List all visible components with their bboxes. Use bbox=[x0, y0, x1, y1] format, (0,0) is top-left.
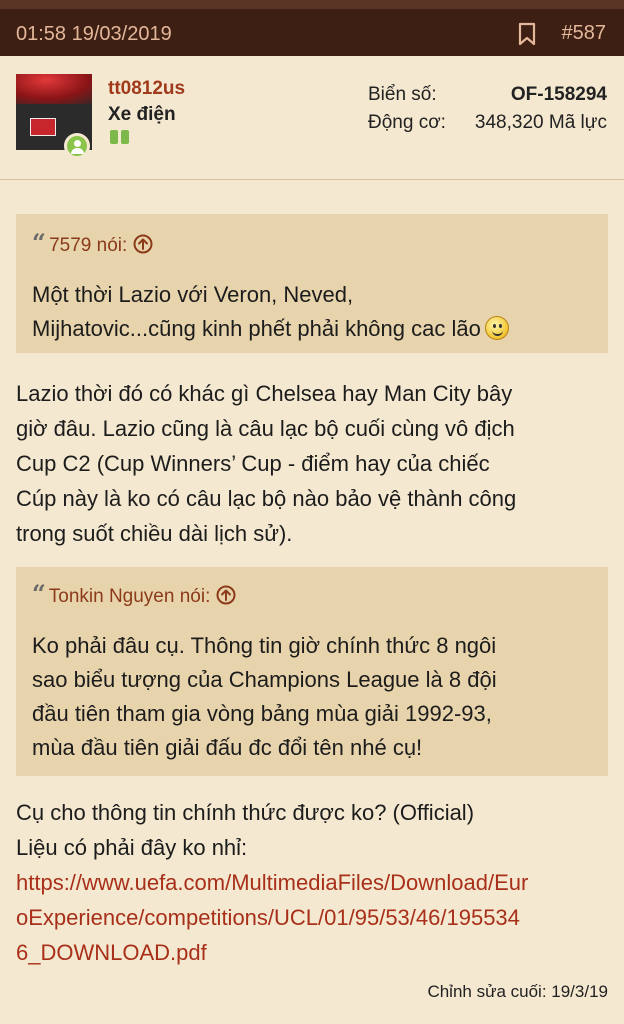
quote-line: đầu tiên tham gia vòng bảng mùa giải 199… bbox=[32, 701, 492, 726]
user-title: Xe điện bbox=[108, 104, 176, 125]
user-info: tt0812us Xe điện Biển số: OF-158294 Động… bbox=[0, 56, 624, 180]
quote-content: Ko phải đâu cụ. Thông tin giờ chính thức… bbox=[32, 629, 497, 765]
text-line: Cụ cho thông tin chính thức được ko? (Of… bbox=[16, 800, 475, 825]
rank-badge bbox=[121, 130, 129, 144]
last-edited: Chỉnh sửa cuối: 19/3/19 bbox=[427, 982, 608, 1001]
quote-author[interactable]: 7579 nói: bbox=[49, 235, 127, 256]
jump-to-quote-icon[interactable] bbox=[133, 234, 153, 254]
post-datetime[interactable]: 01:58 19/03/2019 bbox=[16, 23, 172, 46]
post-paragraph: Cụ cho thông tin chính thức được ko? (Of… bbox=[16, 795, 528, 970]
quote-block: “ Tonkin Nguyen nói: Ko phải đâu cụ. Thô… bbox=[16, 567, 608, 776]
pdf-link[interactable]: https://www.uefa.com/MultimediaFiles/Dow… bbox=[16, 865, 528, 970]
smiley-icon bbox=[484, 316, 509, 340]
engine-value: 348,320 Mã lực bbox=[474, 112, 607, 133]
plate-label: Biển số: bbox=[368, 84, 437, 105]
quote-line: Mijhatovic...cũng kinh phết phải không c… bbox=[32, 312, 509, 346]
text-line: Liệu có phải đây ko nhỉ: bbox=[16, 835, 248, 860]
jump-to-quote-icon[interactable] bbox=[216, 585, 236, 605]
bookmark-icon[interactable] bbox=[517, 22, 537, 46]
link-line[interactable]: oExperience/competitions/UCL/01/95/53/46… bbox=[16, 900, 528, 935]
post-header: 01:58 19/03/2019 #587 bbox=[0, 0, 624, 56]
quote-header[interactable]: “ 7579 nói: bbox=[32, 228, 153, 257]
quote-content: Một thời Lazio với Veron, Neved, Mijhato… bbox=[32, 278, 509, 346]
engine-label: Động cơ: bbox=[368, 112, 446, 133]
quote-icon: “ bbox=[32, 579, 46, 608]
post-paragraph: Lazio thời đó có khác gì Chelsea hay Man… bbox=[16, 376, 516, 551]
text-line: Cup C2 (Cup Winners’ Cup - điểm hay của … bbox=[16, 451, 490, 476]
text-line: Cúp này là ko có câu lạc bộ nào bảo vệ t… bbox=[16, 486, 517, 511]
quote-block: “ 7579 nói: Một thời Lazio với Veron, Ne… bbox=[16, 214, 608, 353]
plate-value: OF-158294 bbox=[510, 84, 607, 105]
rank-badge bbox=[110, 130, 118, 144]
quote-line: sao biểu tượng của Champions League là 8… bbox=[32, 667, 497, 692]
quote-author[interactable]: Tonkin Nguyen nói: bbox=[49, 586, 211, 607]
quote-line: Một thời Lazio với Veron, Neved, bbox=[32, 282, 354, 307]
text-line: trong suốt chiều dài lịch sử). bbox=[16, 521, 293, 546]
quote-header[interactable]: “ Tonkin Nguyen nói: bbox=[32, 579, 236, 608]
text-line: Lazio thời đó có khác gì Chelsea hay Man… bbox=[16, 381, 513, 406]
link-line[interactable]: https://www.uefa.com/MultimediaFiles/Dow… bbox=[16, 865, 528, 900]
quote-line: Ko phải đâu cụ. Thông tin giờ chính thức… bbox=[32, 633, 497, 658]
username[interactable]: tt0812us bbox=[108, 78, 185, 100]
post-number[interactable]: #587 bbox=[562, 22, 607, 45]
quote-icon: “ bbox=[32, 228, 46, 257]
online-status-icon bbox=[64, 133, 90, 159]
link-line[interactable]: 6_DOWNLOAD.pdf bbox=[16, 935, 528, 970]
quote-line: mùa đầu tiên giải đấu đc đổi tên nhé cụ! bbox=[32, 735, 423, 760]
text-line: giờ đâu. Lazio cũng là câu lạc bộ cuối c… bbox=[16, 416, 515, 441]
